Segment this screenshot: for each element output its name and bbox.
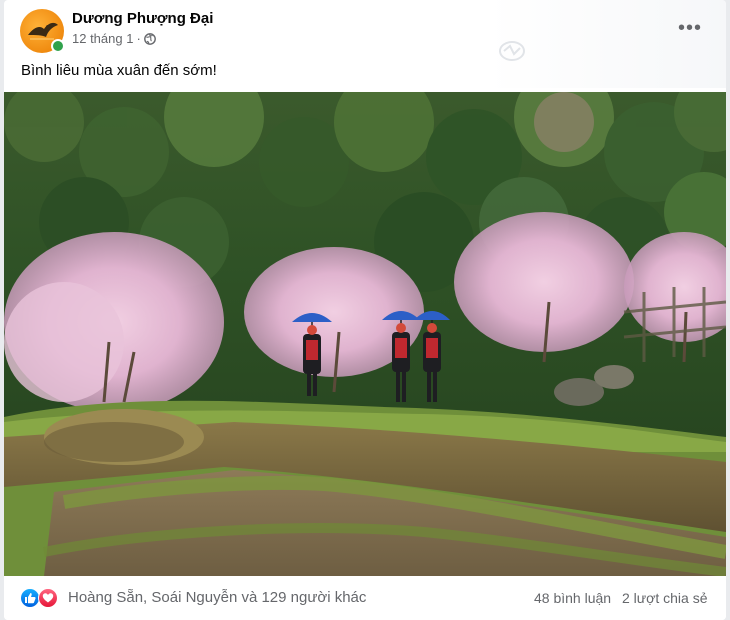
online-status-dot <box>51 39 65 53</box>
landscape-photo <box>4 92 726 576</box>
more-horizontal-icon: ••• <box>677 17 702 39</box>
shares-count[interactable]: 2 lượt chia sẻ <box>622 590 707 606</box>
post-date[interactable]: 12 tháng 1 <box>72 31 133 46</box>
post-card: Dương Phượng Đại 12 tháng 1 · ••• Bình l… <box>4 0 726 620</box>
comments-count[interactable]: 48 bình luận <box>534 590 611 606</box>
post-text: Bình liêu mùa xuân đến sớm! <box>21 62 217 79</box>
author-name[interactable]: Dương Phượng Đại <box>72 10 213 27</box>
reactors-summary[interactable]: Hoàng Sẵn, Soái Nguyễn và 129 người khác <box>68 589 366 606</box>
watermark-logo-icon <box>499 41 525 61</box>
globe-icon[interactable] <box>143 32 156 45</box>
like-icon <box>20 588 40 608</box>
post-photo[interactable] <box>4 92 726 576</box>
post-meta: 12 tháng 1 · <box>72 31 156 46</box>
post-header: Dương Phượng Đại 12 tháng 1 · ••• <box>4 0 726 88</box>
meta-separator: · <box>136 31 141 46</box>
post-footer: Hoàng Sẵn, Soái Nguyễn và 129 người khác… <box>4 576 726 620</box>
reaction-icons[interactable] <box>20 588 64 608</box>
love-icon <box>38 588 58 608</box>
more-options-button[interactable]: ••• <box>674 14 706 42</box>
